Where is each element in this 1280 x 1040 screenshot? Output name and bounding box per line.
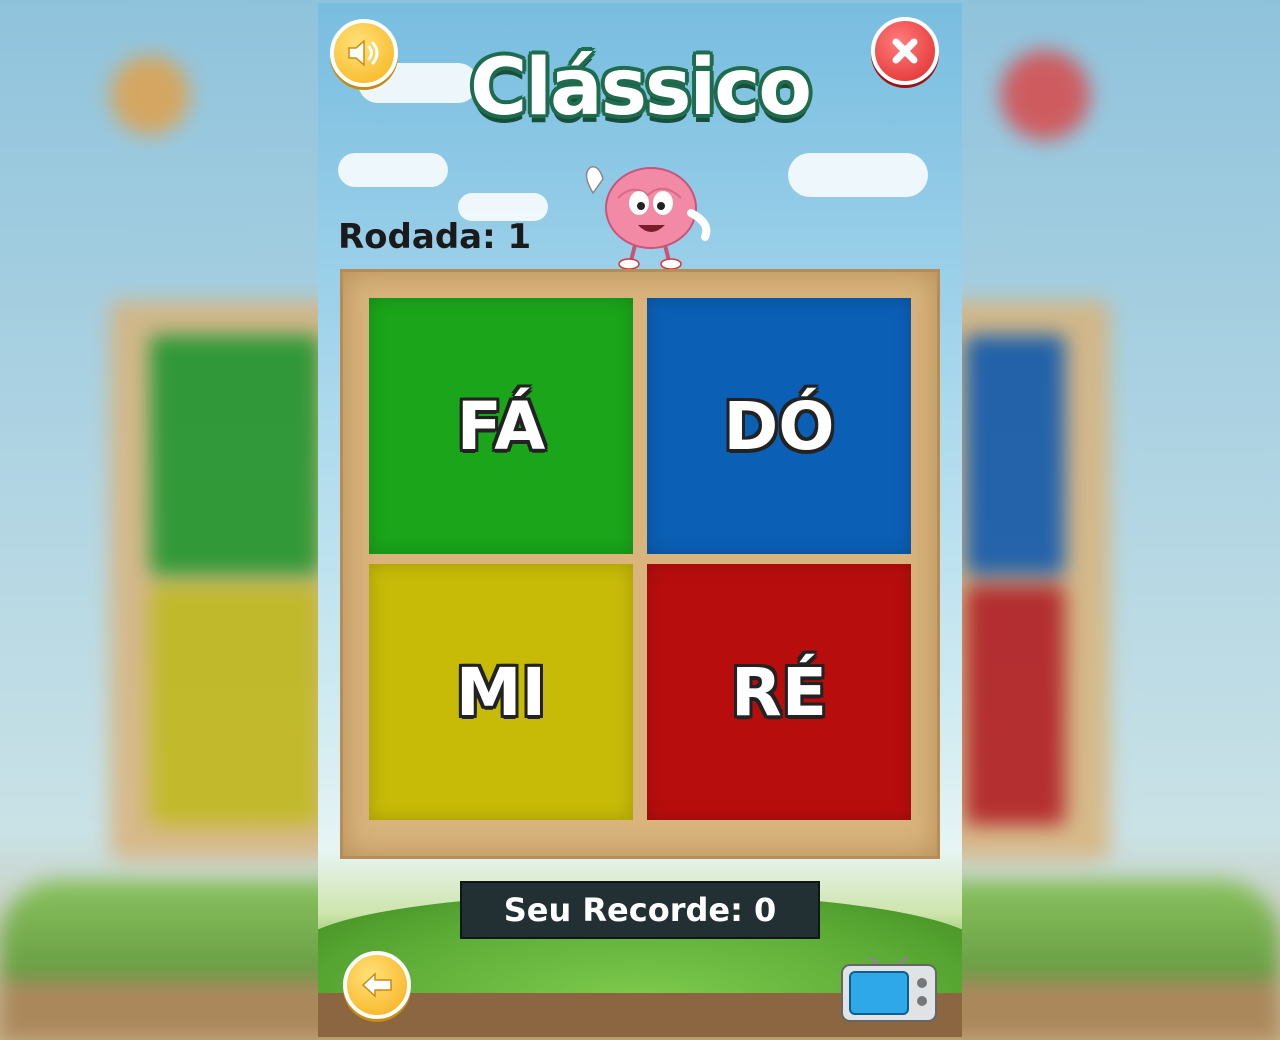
back-arrow-icon <box>361 972 392 998</box>
game-screen: Clássico Rodada: 1 FÁ DÓ MI RÉ Seu Recor… <box>318 3 962 1037</box>
page-title: Clássico <box>469 43 812 133</box>
back-button[interactable] <box>343 951 411 1019</box>
brain-mascot <box>585 166 711 270</box>
tile-label: MI <box>455 653 547 731</box>
tile-mi[interactable]: MI <box>369 564 633 820</box>
record-display: Seu Recorde: 0 <box>460 881 820 939</box>
tile-re[interactable]: RÉ <box>647 564 911 820</box>
round-counter: Rodada: 1 <box>338 217 532 257</box>
tile-do[interactable]: DÓ <box>647 298 911 554</box>
tile-label: RÉ <box>731 653 827 731</box>
tv-icon[interactable] <box>840 957 938 1023</box>
tile-fa[interactable]: FÁ <box>369 298 633 554</box>
game-board: FÁ DÓ MI RÉ <box>340 269 940 859</box>
tile-label: DÓ <box>723 387 835 465</box>
tile-label: FÁ <box>456 387 546 465</box>
